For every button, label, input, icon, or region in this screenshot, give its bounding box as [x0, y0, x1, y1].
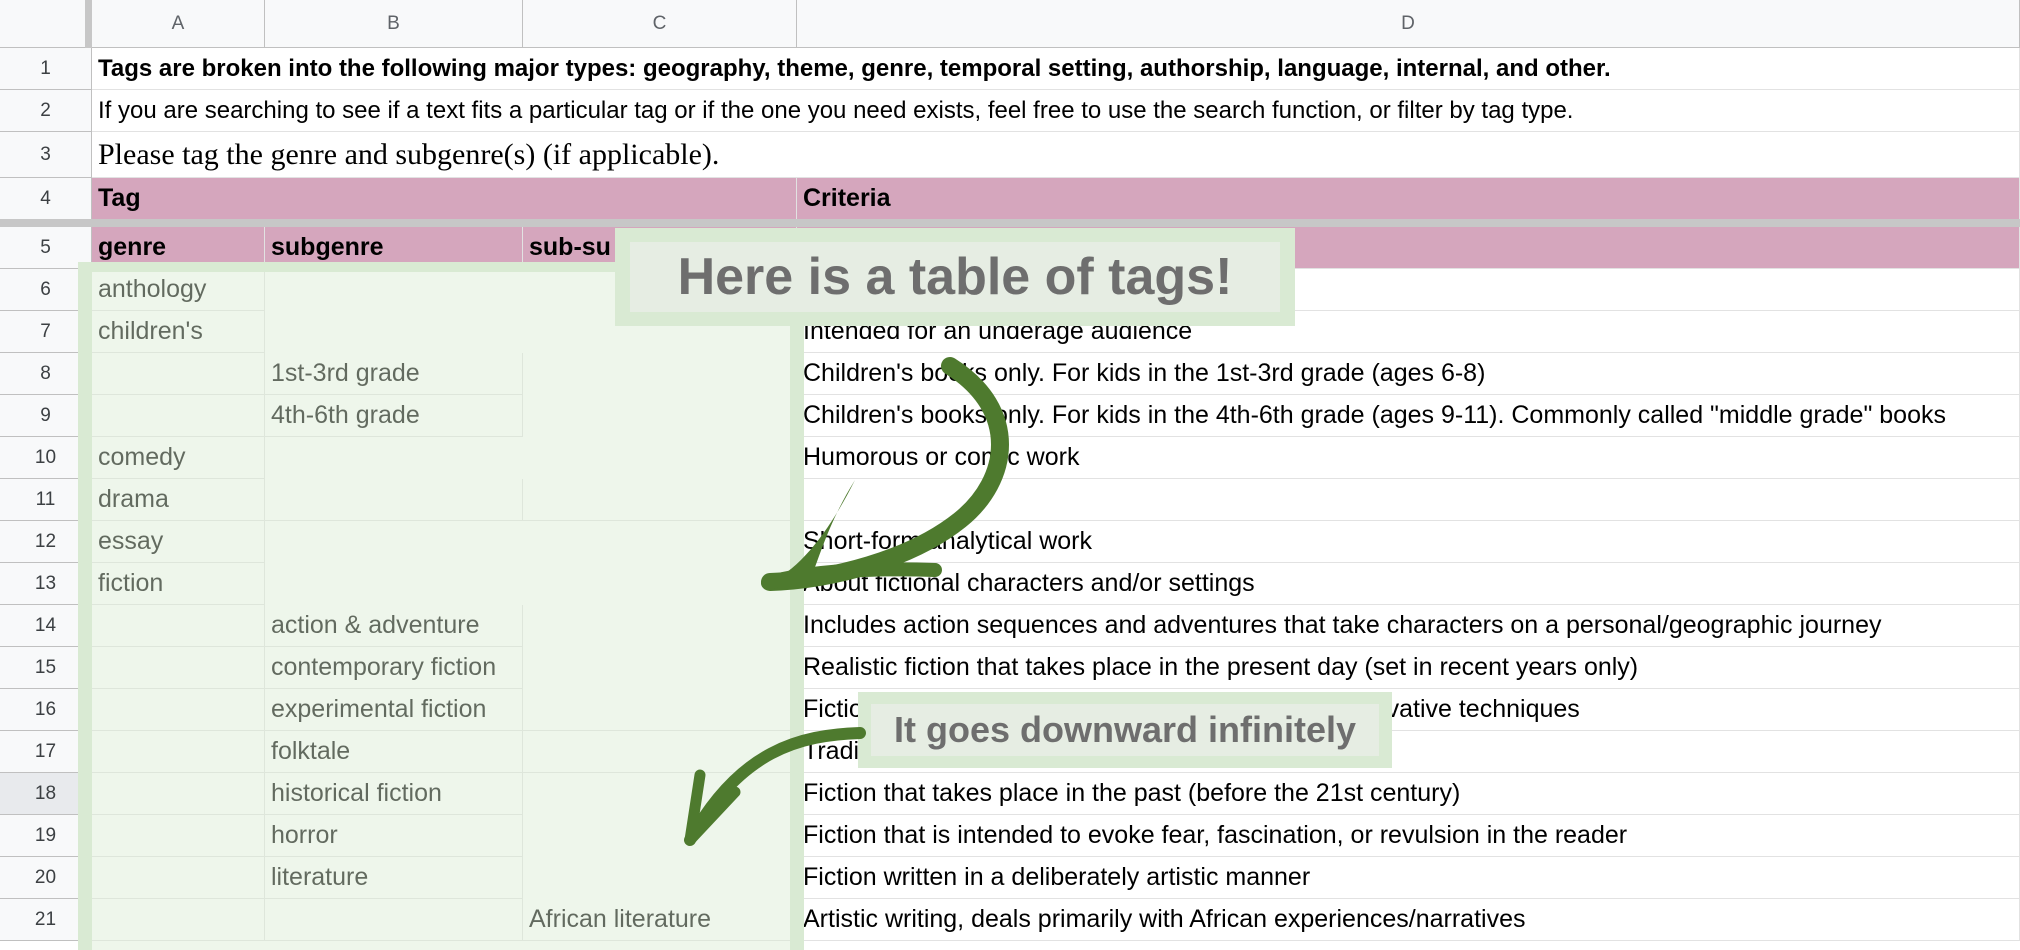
spreadsheet: A B C D 1 2 3 4 5 6 7 8 9 10 11 12 13 14… — [0, 0, 2020, 950]
annotation-arrows — [684, 357, 1009, 846]
arrowhead-1b — [761, 562, 942, 590]
arrow-curve-2 — [684, 727, 866, 846]
arrow-curve-1 — [761, 357, 1009, 591]
